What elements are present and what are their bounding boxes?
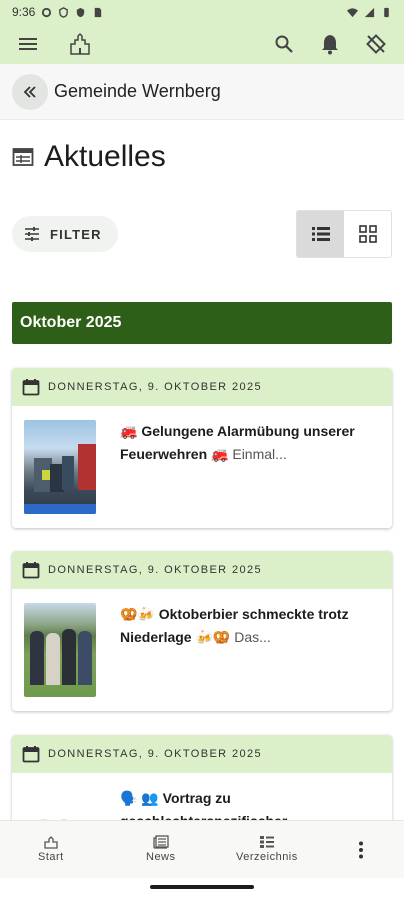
- nav-directory[interactable]: Verzeichnis: [236, 833, 298, 863]
- search-button[interactable]: [270, 30, 298, 58]
- news-thumbnail: [24, 603, 96, 697]
- nav-news-label: News: [146, 851, 176, 863]
- grid-view-button[interactable]: [344, 211, 391, 257]
- menu-button[interactable]: [14, 30, 42, 58]
- grid-icon: [358, 225, 377, 243]
- news-thumbnail: [24, 420, 96, 514]
- shield-filled-icon: [77, 7, 85, 17]
- list-view-button[interactable]: [297, 211, 344, 257]
- municipality-icon: [70, 32, 90, 55]
- more-vertical-icon: [359, 841, 363, 859]
- news-text: 🚒 Gelungene Alarmübung unserer Feuerwehr…: [120, 420, 380, 516]
- filter-button[interactable]: FILTER: [12, 216, 118, 252]
- menu-icon: [19, 38, 37, 50]
- tune-icon: [25, 227, 39, 241]
- sim-card-icon: [95, 7, 102, 17]
- news-text: 🗣️ 👥 Vortrag zu geschlechterspezifischer: [120, 787, 380, 829]
- page-header: Aktuelles: [12, 140, 166, 174]
- search-icon: [275, 35, 293, 53]
- news-date: DONNERSTAG, 9. OKTOBER 2025: [48, 381, 263, 393]
- settings-icon: [42, 7, 52, 17]
- month-header: Oktober 2025: [12, 302, 392, 344]
- news-date: DONNERSTAG, 9. OKTOBER 2025: [48, 564, 263, 576]
- news-date-row: DONNERSTAG, 9. OKTOBER 2025: [12, 368, 392, 406]
- rotate-icon: [366, 34, 386, 54]
- news-card[interactable]: DONNERSTAG, 9. OKTOBER 2025 🚒 Gelungene …: [12, 368, 392, 528]
- view-toggle: [296, 210, 392, 258]
- nav-news[interactable]: News: [146, 833, 176, 863]
- nav-directory-label: Verzeichnis: [236, 851, 298, 863]
- news-date: DONNERSTAG, 9. OKTOBER 2025: [48, 748, 263, 760]
- signal-icon: [364, 7, 375, 17]
- calendar-view-icon: [12, 148, 34, 166]
- nav-start-label: Start: [38, 851, 64, 863]
- double-chevron-left-icon: [23, 85, 36, 98]
- calendar-icon: [22, 562, 40, 579]
- bottom-navigation: Start News Verzeichnis: [0, 820, 404, 878]
- breadcrumb: Gemeinde Wernberg: [0, 64, 404, 120]
- list-icon: [311, 227, 330, 241]
- notifications-button[interactable]: [316, 30, 344, 58]
- breadcrumb-title: Gemeinde Wernberg: [54, 81, 221, 101]
- back-button[interactable]: [12, 73, 48, 110]
- bell-icon: [322, 35, 338, 55]
- news-text: 🥨🍻 Oktoberbier schmeckte trotz Niederlag…: [120, 603, 380, 699]
- newspaper-icon: [153, 835, 169, 849]
- page-title: Aktuelles: [44, 140, 166, 173]
- app-bar: [0, 24, 404, 64]
- gesture-handle[interactable]: [150, 885, 254, 889]
- battery-icon: [384, 7, 389, 17]
- home-building-icon: [44, 836, 58, 849]
- rotate-button[interactable]: [362, 30, 390, 58]
- directory-list-icon: [259, 836, 274, 848]
- calendar-icon: [22, 379, 40, 396]
- news-card[interactable]: DONNERSTAG, 9. OKTOBER 2025 🥨🍻 Oktoberbi…: [12, 551, 392, 711]
- news-date-row: DONNERSTAG, 9. OKTOBER 2025: [12, 551, 392, 589]
- status-bar: 9:36: [0, 0, 404, 24]
- news-excerpt: Einmal...: [228, 446, 287, 462]
- news-card[interactable]: DONNERSTAG, 9. OKTOBER 2025 🗣️ 👥 Vortrag…: [12, 735, 392, 833]
- calendar-icon: [22, 746, 40, 763]
- wifi-icon: [347, 7, 358, 17]
- news-date-row: DONNERSTAG, 9. OKTOBER 2025: [12, 735, 392, 773]
- status-time: 9:36: [12, 5, 36, 19]
- news-excerpt: Das...: [230, 629, 271, 645]
- shield-icon: [59, 6, 69, 18]
- filter-label: FILTER: [50, 226, 102, 242]
- nav-start[interactable]: Start: [38, 833, 64, 863]
- municipality-logo[interactable]: [66, 30, 94, 58]
- more-options-button[interactable]: [358, 841, 364, 859]
